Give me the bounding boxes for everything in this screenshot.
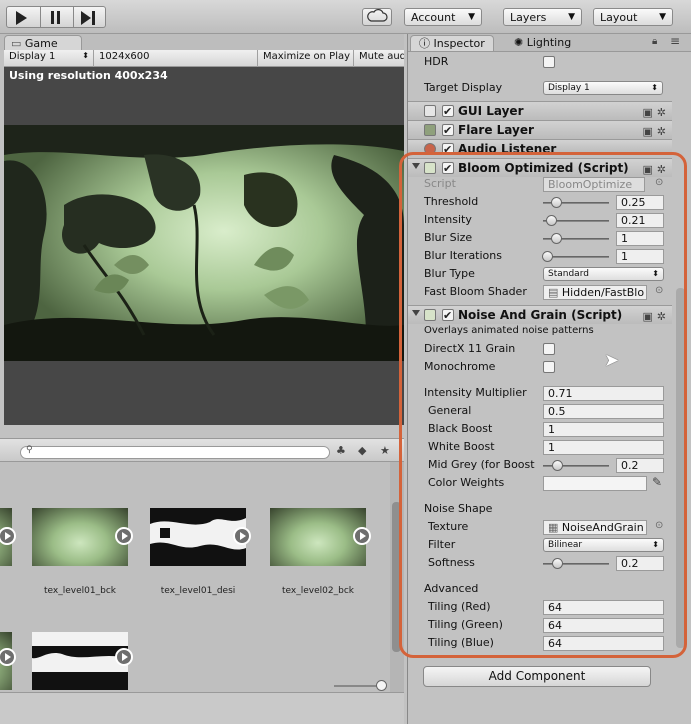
account-label: Account: [411, 11, 456, 24]
hdr-checkbox[interactable]: [543, 56, 555, 68]
target-display-value: Display 1: [548, 83, 590, 93]
lighting-icon: ✺: [514, 36, 524, 49]
cloud-button[interactable]: [362, 8, 392, 26]
preview-play-icon[interactable]: [115, 527, 133, 545]
preview-play-icon[interactable]: [233, 527, 251, 545]
asset-thumbnail-level01-desi[interactable]: [150, 508, 246, 566]
flare-layer-icon: [424, 124, 436, 136]
game-tab-icon: ▭: [11, 37, 22, 50]
forest-scene-graphic: [4, 125, 404, 361]
tab-game[interactable]: ▭ Game: [4, 35, 82, 51]
tab-lighting-label: Lighting: [526, 36, 572, 49]
asset-label: tex_level01_desi: [160, 586, 236, 596]
resolution-select[interactable]: 1024x600: [94, 50, 258, 67]
gui-layer-header[interactable]: GUI Layer ▣ ✲: [408, 101, 672, 121]
project-footer: [0, 680, 404, 724]
favorites-star-icon[interactable]: ★: [380, 444, 390, 457]
tab-game-label: Game: [24, 37, 58, 50]
layers-dropdown[interactable]: Layers ▼: [503, 8, 582, 26]
preview-play-icon[interactable]: [115, 648, 133, 666]
filter-by-label-icon[interactable]: ◆: [358, 444, 366, 457]
preview-play-icon[interactable]: [353, 527, 371, 545]
display-select-label: Display 1: [9, 51, 56, 62]
asset-thumbnail-level01-bck[interactable]: [32, 508, 128, 566]
target-display-select[interactable]: Display 1 ⬍: [543, 81, 663, 95]
gui-layer-title: GUI Layer: [458, 104, 524, 118]
lock-icon[interactable]: 🔒︎: [652, 36, 657, 47]
audio-listener-header[interactable]: Audio Listener: [408, 139, 672, 153]
target-display-label: Target Display: [424, 81, 503, 94]
maximize-on-play-toggle[interactable]: Maximize on Play: [258, 50, 354, 67]
game-viewport[interactable]: Using resolution 400x234: [4, 67, 404, 425]
flare-layer-header[interactable]: Flare Layer ▣ ✲: [408, 120, 672, 140]
asset-label: tex_level01_bck: [44, 586, 116, 596]
layout-dropdown[interactable]: Layout ▼: [593, 8, 673, 26]
project-search-input[interactable]: ⚲: [20, 445, 330, 459]
display-select[interactable]: Display 1 ⬍: [4, 50, 94, 67]
pause-icon[interactable]: [51, 11, 54, 24]
info-icon: ⓘ: [419, 37, 430, 50]
panel-menu-icon[interactable]: ≡: [670, 34, 680, 48]
game-scene-image: [4, 125, 404, 361]
slider-knob[interactable]: [376, 680, 387, 691]
cloud-icon: [367, 9, 388, 22]
resolution-overlay-text: Using resolution 400x234: [9, 69, 168, 82]
flare-layer-enabled-checkbox[interactable]: [442, 122, 454, 140]
search-icon: ⚲: [26, 445, 33, 455]
tab-inspector-label: Inspector: [433, 37, 485, 50]
add-component-button[interactable]: Add Component: [423, 666, 651, 687]
hdr-label: HDR: [424, 55, 449, 68]
layout-label: Layout: [600, 11, 638, 24]
mute-audio-toggle[interactable]: Mute aud: [354, 50, 404, 67]
step-icon[interactable]: [81, 11, 91, 25]
play-icon[interactable]: [16, 11, 27, 25]
main-toolbar: Account ▼ Layers ▼ Layout ▼: [0, 0, 691, 34]
filter-by-type-icon[interactable]: ♣: [336, 444, 346, 457]
game-toolbar: Display 1 ⬍ 1024x600 Maximize on Play Mu…: [4, 50, 404, 67]
chevron-down-icon: ⬍: [651, 83, 658, 92]
asset-thumbnail-level02-bck[interactable]: [270, 508, 366, 566]
mask-texture-graphic: [150, 508, 246, 566]
project-asset-grid: tex_level01_bck tex_level01_desi tex_lev…: [0, 462, 390, 692]
layers-label: Layers: [510, 11, 547, 24]
chevron-down-icon: ▼: [468, 12, 475, 22]
chevron-down-icon: ▼: [568, 12, 575, 22]
asset-thumbnail[interactable]: [32, 632, 128, 690]
preview-play-icon[interactable]: [0, 648, 16, 666]
tab-lighting[interactable]: ✺ Lighting: [506, 35, 579, 51]
tab-inspector[interactable]: ⓘ Inspector: [410, 35, 494, 51]
flare-layer-title: Flare Layer: [458, 123, 534, 137]
preview-play-icon[interactable]: [0, 527, 16, 545]
asset-label: tex_level02_bck: [282, 586, 354, 596]
gui-layer-enabled-checkbox[interactable]: [442, 103, 454, 121]
maximize-on-play-label: Maximize on Play: [263, 51, 351, 62]
account-dropdown[interactable]: Account ▼: [404, 8, 482, 26]
mask-texture-graphic: [32, 646, 128, 690]
mute-audio-label: Mute aud: [359, 51, 404, 62]
chevron-down-icon: ⬍: [82, 51, 89, 60]
gui-layer-icon: [424, 105, 436, 117]
highlight-outline: [399, 152, 687, 658]
chevron-down-icon: ▼: [659, 12, 666, 22]
resolution-select-label: 1024x600: [99, 51, 150, 62]
playback-controls: [6, 6, 106, 28]
